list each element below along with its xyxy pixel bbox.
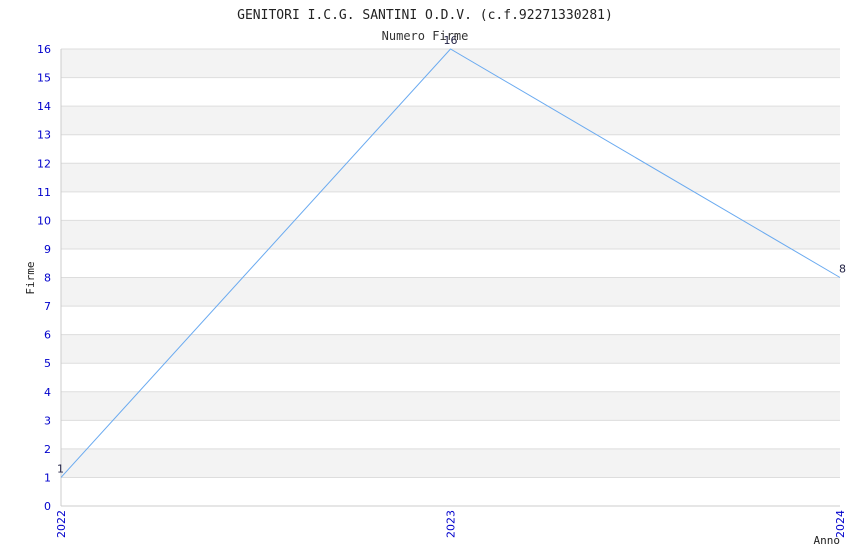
y-tick-label: 5 bbox=[44, 357, 51, 370]
data-label: 8 bbox=[839, 263, 846, 276]
y-tick-label: 14 bbox=[37, 100, 51, 113]
y-tick-label: 1 bbox=[44, 471, 51, 484]
y-tick-label: 11 bbox=[37, 186, 51, 199]
y-tick-labels: 012345678910111213141516 bbox=[37, 43, 51, 513]
y-tick-label: 16 bbox=[37, 43, 51, 56]
y-tick-label: 3 bbox=[44, 414, 51, 427]
x-tick-label: 2023 bbox=[445, 510, 458, 538]
y-tick-label: 9 bbox=[44, 243, 51, 256]
y-tick-label: 15 bbox=[37, 72, 51, 85]
y-tick-label: 12 bbox=[37, 157, 51, 170]
x-tick-labels: 2022 2023 2024 bbox=[55, 510, 847, 538]
chart-subtitle: Numero Firme bbox=[382, 29, 469, 43]
line-chart: 012345678910111213141516 2022 2023 2024 11… bbox=[24, 8, 847, 547]
grid-band bbox=[61, 220, 840, 249]
x-axis-label: Anno bbox=[814, 534, 841, 547]
grid-band bbox=[61, 391, 840, 421]
grid-band bbox=[61, 277, 840, 307]
x-tick-label: 2022 bbox=[55, 510, 68, 538]
y-tick-label: 6 bbox=[44, 329, 51, 342]
grid-band bbox=[61, 448, 840, 478]
y-tick-label: 10 bbox=[37, 214, 51, 227]
chart-title: GENITORI I.C.G. SANTINI O.D.V. (c.f.9227… bbox=[237, 8, 613, 23]
y-tick-label: 2 bbox=[44, 443, 51, 456]
data-label: 1 bbox=[57, 462, 64, 475]
grid-band bbox=[61, 163, 840, 192]
grid-bands bbox=[61, 49, 840, 478]
y-tick-label: 13 bbox=[37, 129, 51, 142]
grid-band bbox=[61, 49, 840, 78]
y-tick-label: 8 bbox=[44, 272, 51, 285]
grid-band bbox=[61, 106, 840, 135]
y-axis-label: Firme bbox=[24, 261, 37, 294]
y-tick-label: 7 bbox=[44, 300, 51, 313]
y-tick-label: 4 bbox=[44, 386, 51, 399]
y-tick-label: 0 bbox=[44, 500, 51, 513]
